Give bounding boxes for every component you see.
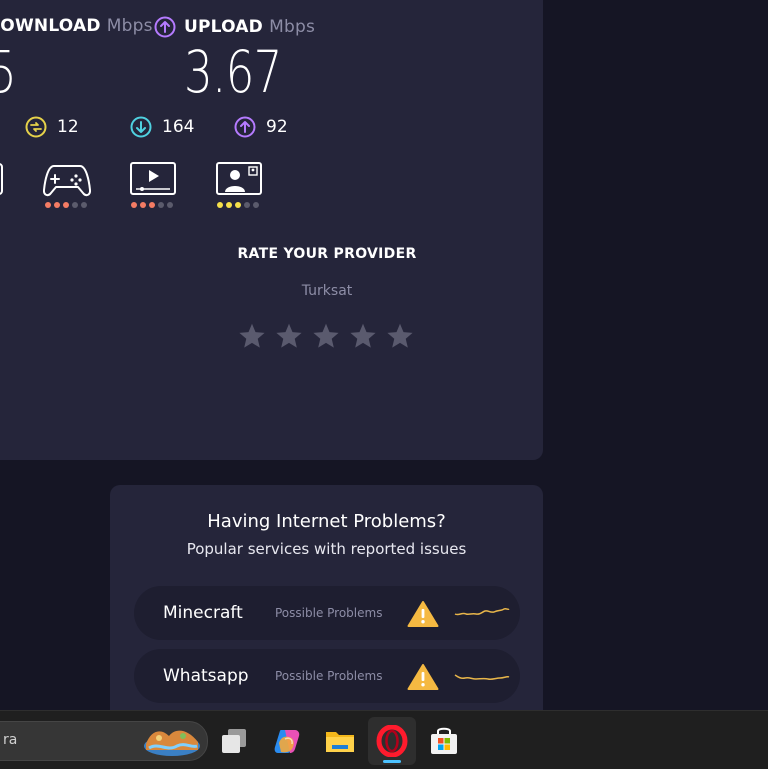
download-label: DOWNLOAD <box>0 16 101 36</box>
search-highlight-icon <box>144 730 200 756</box>
rating-dot <box>45 202 51 208</box>
copilot-icon[interactable] <box>271 725 303 757</box>
upload-unit: Mbps <box>269 17 316 37</box>
star-icon[interactable] <box>386 322 414 350</box>
warning-icon <box>407 664 439 690</box>
rate-provider-title: RATE YOUR PROVIDER <box>237 246 417 262</box>
video-player-icon <box>130 162 176 195</box>
warning-icon <box>407 601 439 627</box>
arrow-up-circle-icon <box>234 116 256 138</box>
search-text: ra <box>3 732 18 748</box>
rating-dot <box>72 202 78 208</box>
upload-label: UPLOAD <box>184 17 263 37</box>
rating-dot <box>253 202 259 208</box>
ping-download-value: 164 <box>162 117 195 137</box>
rating-dot <box>217 202 223 208</box>
opera-icon[interactable] <box>376 725 408 757</box>
star-rating[interactable] <box>238 322 414 350</box>
active-app-indicator <box>383 760 401 763</box>
issue-row-minecraft[interactable]: Minecraft Possible Problems <box>134 586 520 640</box>
download-title: DOWNLOAD Mbps <box>0 16 153 36</box>
store-icon[interactable] <box>428 725 460 757</box>
rating-dot <box>149 202 155 208</box>
star-icon[interactable] <box>312 322 340 350</box>
folder-icon[interactable] <box>324 725 356 757</box>
ping-idle: 12 <box>25 116 79 138</box>
star-icon[interactable] <box>238 322 266 350</box>
provider-name: Turksat <box>301 283 353 299</box>
task-view-icon[interactable] <box>218 725 250 757</box>
upload-speed-value: 3.67 <box>184 38 282 106</box>
taskbar: ra <box>0 710 768 769</box>
service-icon-partial <box>0 163 3 195</box>
ping-icon <box>25 116 47 138</box>
internet-problems-card: Having Internet Problems? Popular servic… <box>110 485 543 745</box>
service-rating-dots <box>45 202 87 208</box>
download-unit: Mbps <box>106 16 153 36</box>
rating-dot <box>235 202 241 208</box>
rating-dot <box>63 202 69 208</box>
star-icon[interactable] <box>349 322 377 350</box>
issue-row-whatsapp[interactable]: Whatsapp Possible Problems <box>134 649 520 703</box>
rating-dot <box>158 202 164 208</box>
rating-dot <box>54 202 60 208</box>
rating-dot <box>226 202 232 208</box>
arrow-up-circle-icon <box>154 16 176 38</box>
issues-title: Having Internet Problems? <box>207 511 446 532</box>
rating-dot <box>140 202 146 208</box>
service-name: Whatsapp <box>163 666 249 686</box>
taskbar-search-box[interactable]: ra <box>0 721 208 761</box>
service-rating-dots <box>217 202 259 208</box>
download-speed-value: 5 <box>0 38 17 106</box>
ping-download: 164 <box>130 116 194 138</box>
service-rating-dots <box>131 202 173 208</box>
service-status: Possible Problems <box>275 606 383 620</box>
rating-dot <box>244 202 250 208</box>
rating-dot <box>167 202 173 208</box>
ping-idle-value: 12 <box>57 117 79 137</box>
service-name: Minecraft <box>163 603 243 623</box>
trend-sparkline <box>454 607 510 616</box>
arrow-down-circle-icon <box>130 116 152 138</box>
rating-dot <box>131 202 137 208</box>
upload-title: UPLOAD Mbps <box>154 16 315 38</box>
rating-dot <box>81 202 87 208</box>
star-icon[interactable] <box>275 322 303 350</box>
gamepad-icon <box>42 165 92 197</box>
video-call-icon <box>216 162 262 195</box>
service-status: Possible Problems <box>275 669 383 683</box>
trend-sparkline <box>454 674 510 681</box>
ping-upload: 92 <box>234 116 288 138</box>
issues-subtitle: Popular services with reported issues <box>186 540 467 558</box>
ping-upload-value: 92 <box>266 117 288 137</box>
